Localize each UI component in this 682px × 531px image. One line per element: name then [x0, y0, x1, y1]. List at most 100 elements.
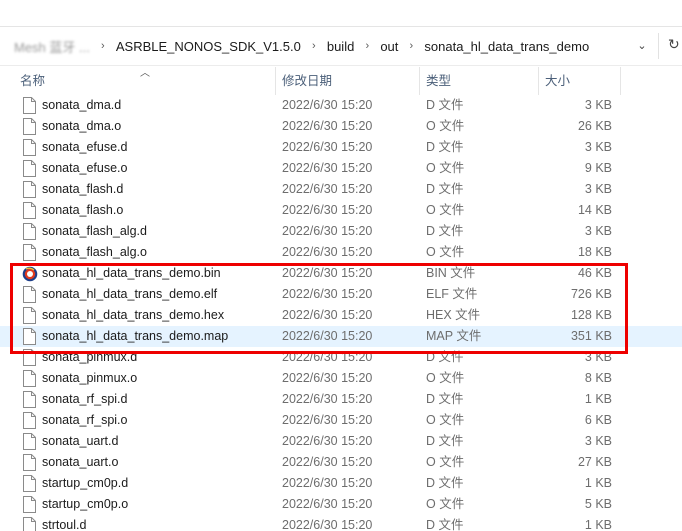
address-bar[interactable]: Mesh 蓝牙 ... › ASRBLE_NONOS_SDK_V1.5.0 › … [0, 26, 682, 66]
chevron-right-icon: › [312, 40, 316, 52]
file-icon [23, 433, 36, 450]
chevron-right-icon: › [365, 40, 370, 52]
file-row[interactable]: sonata_flash.o 2022/6/30 15:20 O 文件 14 KB [0, 200, 682, 221]
file-list: sonata_dma.d 2022/6/30 15:20 D 文件 3 KB sonat… [0, 95, 682, 531]
file-type: D 文件 [426, 476, 464, 490]
file-icon [23, 202, 36, 219]
file-size: 351 KB [570, 329, 612, 343]
column-header-date[interactable]: 修改日期 [282, 67, 332, 95]
file-size: 46 KB [577, 266, 612, 280]
file-row[interactable]: strtoul.d 2022/6/30 15:20 D 文件 1 KB [0, 515, 682, 531]
file-type: D 文件 [426, 182, 464, 196]
file-icon [23, 223, 36, 240]
column-header-size[interactable]: 大小 [545, 67, 570, 95]
file-row[interactable]: sonata_efuse.d 2022/6/30 15:20 D 文件 3 KB [0, 137, 682, 158]
file-row[interactable]: sonata_pinmux.d 2022/6/30 15:20 D 文件 3 KB [0, 347, 682, 368]
window-top-strip [0, 0, 682, 26]
file-row[interactable]: sonata_flash_alg.d 2022/6/30 15:20 D 文件 3 K… [0, 221, 682, 242]
file-icon [23, 181, 36, 198]
file-modified-date: 2022/6/30 15:20 [282, 161, 373, 175]
file-type: O 文件 [426, 413, 465, 427]
file-row[interactable]: startup_cm0p.o 2022/6/30 15:20 O 文件 5 KB [0, 494, 682, 515]
file-name: sonata_hl_data_trans_demo.bin [42, 266, 221, 280]
column-divider[interactable] [620, 67, 621, 95]
file-modified-date: 2022/6/30 15:20 [282, 287, 373, 301]
file-icon [23, 370, 36, 387]
file-size: 6 KB [584, 413, 612, 427]
file-type: D 文件 [426, 140, 464, 154]
file-row[interactable]: sonata_uart.o 2022/6/30 15:20 O 文件 27 KB [0, 452, 682, 473]
file-modified-date: 2022/6/30 15:20 [282, 371, 373, 385]
chevron-right-icon: › [409, 40, 414, 52]
file-name: sonata_rf_spi.d [42, 392, 128, 406]
file-name: sonata_hl_data_trans_demo.map [42, 329, 229, 343]
file-row[interactable]: sonata_flash.d 2022/6/30 15:20 D 文件 3 KB [0, 179, 682, 200]
file-row[interactable]: startup_cm0p.d 2022/6/30 15:20 D 文件 1 KB [0, 473, 682, 494]
file-row[interactable]: sonata_rf_spi.d 2022/6/30 15:20 D 文件 1 KB [0, 389, 682, 410]
breadcrumb-segment-out[interactable]: out [374, 39, 404, 54]
breadcrumb-segment-build[interactable]: build [321, 39, 360, 54]
file-size: 1 KB [584, 518, 612, 531]
breadcrumb-segment-current[interactable]: sonata_hl_data_trans_demo [418, 39, 595, 54]
file-row[interactable]: sonata_rf_spi.o 2022/6/30 15:20 O 文件 6 KB [0, 410, 682, 431]
file-icon [23, 307, 36, 324]
file-modified-date: 2022/6/30 15:20 [282, 203, 373, 217]
file-row[interactable]: sonata_hl_data_trans_demo.hex 2022/6/30 1… [0, 305, 682, 326]
file-row[interactable]: sonata_dma.d 2022/6/30 15:20 D 文件 3 KB [0, 95, 682, 116]
file-type: O 文件 [426, 371, 465, 385]
file-size: 3 KB [584, 140, 612, 154]
file-name: strtoul.d [42, 518, 87, 531]
file-modified-date: 2022/6/30 15:20 [282, 476, 373, 490]
file-icon [23, 454, 36, 471]
file-icon [23, 139, 36, 156]
file-modified-date: 2022/6/30 15:20 [282, 224, 373, 238]
file-icon [23, 97, 36, 114]
file-size: 14 KB [577, 203, 612, 217]
file-type: BIN 文件 [426, 266, 476, 280]
file-row[interactable]: sonata_uart.d 2022/6/30 15:20 D 文件 3 KB [0, 431, 682, 452]
file-type: D 文件 [426, 350, 464, 364]
bin-file-icon [22, 266, 38, 282]
file-row[interactable]: sonata_hl_data_trans_demo.bin 2022/6/30 1… [0, 263, 682, 284]
file-name: sonata_hl_data_trans_demo.elf [42, 287, 218, 301]
column-divider[interactable] [419, 67, 420, 95]
file-icon [23, 244, 36, 261]
file-name: sonata_uart.o [42, 455, 119, 469]
file-size: 8 KB [584, 371, 612, 385]
file-name: sonata_flash_alg.o [42, 245, 147, 259]
file-type: O 文件 [426, 245, 465, 259]
file-row[interactable]: sonata_flash_alg.o 2022/6/30 15:20 O 文件 18 … [0, 242, 682, 263]
refresh-icon[interactable]: ↻ [668, 36, 680, 53]
file-name: sonata_hl_data_trans_demo.hex [42, 308, 225, 322]
file-name: sonata_uart.d [42, 434, 119, 448]
file-modified-date: 2022/6/30 15:20 [282, 182, 373, 196]
file-modified-date: 2022/6/30 15:20 [282, 98, 373, 112]
breadcrumb-faded-segment[interactable]: Mesh 蓝牙 ... [0, 37, 96, 56]
file-size: 1 KB [584, 392, 612, 406]
file-type: O 文件 [426, 161, 465, 175]
chevron-down-icon[interactable]: ⌄ [634, 37, 650, 55]
file-size: 3 KB [584, 434, 612, 448]
file-size: 18 KB [577, 245, 612, 259]
column-divider[interactable] [538, 67, 539, 95]
file-row[interactable]: sonata_hl_data_trans_demo.map 2022/6/30 1… [0, 326, 682, 347]
column-header-name[interactable]: 名称 [20, 67, 45, 95]
column-divider[interactable] [275, 67, 276, 95]
file-modified-date: 2022/6/30 15:20 [282, 455, 373, 469]
file-size: 27 KB [577, 455, 612, 469]
column-header-row: ︿ 名称 修改日期 类型 大小 [0, 67, 682, 95]
file-row[interactable]: sonata_dma.o 2022/6/30 15:20 O 文件 26 KB [0, 116, 682, 137]
file-type: D 文件 [426, 224, 464, 238]
breadcrumb-segment-sdk[interactable]: ASRBLE_NONOS_SDK_V1.5.0 [110, 39, 307, 54]
file-modified-date: 2022/6/30 15:20 [282, 119, 373, 133]
file-row[interactable]: sonata_pinmux.o 2022/6/30 15:20 O 文件 8 KB [0, 368, 682, 389]
file-row[interactable]: sonata_hl_data_trans_demo.elf 2022/6/30 1… [0, 284, 682, 305]
column-header-type[interactable]: 类型 [426, 67, 451, 95]
address-divider [658, 33, 659, 59]
file-modified-date: 2022/6/30 15:20 [282, 518, 373, 531]
file-size: 3 KB [584, 350, 612, 364]
file-row[interactable]: sonata_efuse.o 2022/6/30 15:20 O 文件 9 KB [0, 158, 682, 179]
file-size: 3 KB [584, 98, 612, 112]
file-icon [23, 349, 36, 366]
file-type: O 文件 [426, 497, 465, 511]
